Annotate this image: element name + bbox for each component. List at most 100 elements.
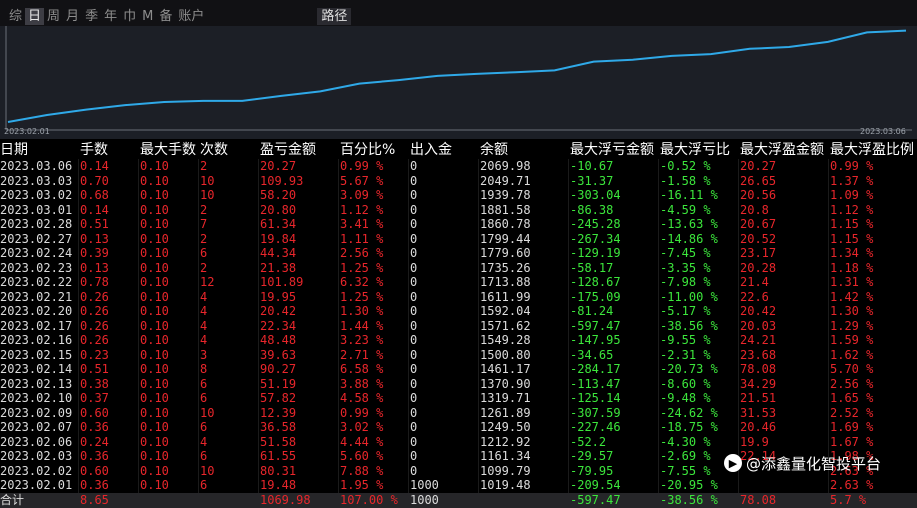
cell-col-10: 23.17 [740, 246, 777, 260]
tab-2[interactable]: 周 [44, 8, 63, 25]
cell-col-3: 3 [200, 347, 208, 362]
cell-col-3: 12 [200, 275, 215, 289]
cell-col-7: 1779.60 [480, 246, 531, 260]
cell-col-11: 1.42 % [830, 289, 874, 304]
cell-col-9: -7.45 % [660, 246, 711, 260]
cell-col-4: 22.34 [260, 318, 297, 333]
cell-col-0: 2023.02.09 [0, 405, 73, 420]
cell-col-8: -79.95 [570, 463, 614, 478]
cell-col-2: 0.10 [140, 275, 169, 289]
cell-col-0: 2023.02.03 [0, 449, 73, 463]
tab-8[interactable]: 备 [156, 8, 175, 25]
cell-col-4: 21.38 [260, 260, 297, 275]
cell-col-2: 0.10 [140, 260, 169, 275]
cell-col-0: 2023.03.03 [0, 173, 73, 188]
tab-7[interactable]: M [139, 8, 156, 25]
period-tabs: 综日周月季年巾 M 备账户 路径 [6, 8, 352, 25]
cell-col-5: 3.09 % [340, 188, 384, 202]
cell-col-9: -20.95 % [660, 478, 718, 492]
cell-col-0: 2023.02.27 [0, 231, 73, 246]
cell-col-9: -3.35 % [660, 260, 711, 275]
equity-line [7, 29, 907, 123]
cell-col-7: 1860.78 [480, 217, 531, 231]
cell-col-0: 2023.02.28 [0, 217, 73, 231]
cell-col-3: 6 [200, 449, 208, 463]
tab-1[interactable]: 日 [25, 8, 45, 25]
cell-col-6: 0 [410, 434, 418, 449]
cell-col-5: 3.88 % [340, 376, 384, 391]
cell-col-2: 0.10 [140, 188, 169, 202]
cell-col-10: 78.08 [740, 362, 777, 376]
cell-col-6: 0 [410, 304, 418, 318]
tab-5[interactable]: 年 [101, 8, 120, 25]
cell-col-1: 0.14 [80, 202, 109, 217]
cell-col-4: 19.48 [260, 478, 297, 492]
cell-col-1: 0.26 [80, 304, 109, 318]
cell-col-6: 0 [410, 318, 418, 333]
table-row: 2023.02.01 0.36 0.10 6 19.48 1.95 % 1000 1019.4… [0, 478, 917, 493]
cell-col-7: 2049.71 [480, 173, 531, 188]
cell-col-4: 19.84 [260, 231, 297, 246]
equity-curve-svg [5, 26, 912, 131]
cell-col-10: 20.8 [740, 202, 769, 217]
cell-col-0: 2023.02.17 [0, 318, 73, 333]
cell-col-9: -4.59 % [660, 202, 711, 217]
cell-col-11: 5.7 % [830, 492, 867, 507]
cell-col-8: -284.17 [570, 362, 621, 376]
cell-col-8: -81.24 [570, 304, 614, 318]
tab-6[interactable]: 巾 [120, 8, 139, 25]
cell-col-4: 61.55 [260, 449, 297, 463]
table-row: 2023.03.06 0.14 0.10 2 20.27 0.99 % 0 2069.98 -1… [0, 159, 917, 174]
cell-col-5: 0.99 % [340, 159, 384, 173]
table-row: 2023.02.07 0.36 0.10 6 36.58 3.02 % 0 1249.50 -2… [0, 420, 917, 435]
cell-col-1: 手数 [80, 142, 108, 158]
cell-col-5: 0.99 % [340, 405, 384, 420]
cell-col-8: -267.34 [570, 231, 621, 246]
cell-col-3: 4 [200, 304, 208, 318]
cell-col-7: 1713.88 [480, 275, 531, 289]
cell-col-2: 0.10 [140, 318, 169, 333]
cell-col-11: 5.70 % [830, 362, 874, 376]
tab-3[interactable]: 月 [63, 8, 82, 25]
cell-col-1: 0.24 [80, 434, 109, 449]
cell-col-10: 20.28 [740, 260, 777, 275]
cell-col-5: 5.60 % [340, 449, 384, 463]
cell-col-8: 最大浮亏金额 [570, 142, 654, 158]
table-row: 2023.02.09 0.60 0.10 10 12.39 0.99 % 0 1261.89 -… [0, 406, 917, 421]
cell-col-6: 0 [410, 391, 418, 405]
cell-col-2: 0.10 [140, 231, 169, 246]
cell-col-0: 2023.02.02 [0, 463, 73, 478]
cell-col-11: 1.59 % [830, 333, 874, 347]
cell-col-3: 4 [200, 318, 208, 333]
cell-col-6: 0 [410, 260, 418, 275]
cell-col-5: 3.23 % [340, 333, 384, 347]
cell-col-5: 7.88 % [340, 463, 384, 478]
cell-col-2: 0.10 [140, 463, 169, 478]
cell-col-5: 1.44 % [340, 318, 384, 333]
cell-col-0: 2023.02.21 [0, 289, 73, 304]
cell-col-4: 101.89 [260, 275, 304, 289]
cell-col-2: 0.10 [140, 173, 169, 188]
cell-col-5: 1.11 % [340, 231, 384, 246]
cell-col-7: 1500.80 [480, 347, 531, 362]
cell-col-6: 0 [410, 449, 418, 463]
cell-col-8: -10.67 [570, 159, 614, 173]
cell-col-2: 0.10 [140, 217, 169, 231]
cell-col-0: 2023.02.16 [0, 333, 73, 347]
path-button[interactable]: 路径 [317, 8, 352, 25]
cell-col-10: 20.67 [740, 217, 777, 231]
cell-col-1: 0.78 [80, 275, 109, 289]
cell-col-6: 1000 [410, 492, 439, 507]
table-row: 2023.03.01 0.14 0.10 2 20.80 1.12 % 0 1881.58 -8… [0, 203, 917, 218]
cell-col-9: 最大浮亏比 [660, 142, 730, 158]
cell-col-3: 2 [200, 231, 208, 246]
cell-col-3: 8 [200, 362, 208, 376]
x-start-label: 2023.02.01 [4, 127, 50, 136]
cell-col-9: -11.00 % [660, 289, 718, 304]
cell-col-11: 1.67 % [830, 434, 874, 449]
tab-0[interactable]: 综 [6, 8, 25, 25]
tab-4[interactable]: 季 [82, 8, 101, 25]
cell-col-9: -38.56 % [660, 318, 718, 333]
cell-col-11: 1.29 % [830, 318, 874, 333]
tab-9[interactable]: 账户 [175, 8, 207, 25]
